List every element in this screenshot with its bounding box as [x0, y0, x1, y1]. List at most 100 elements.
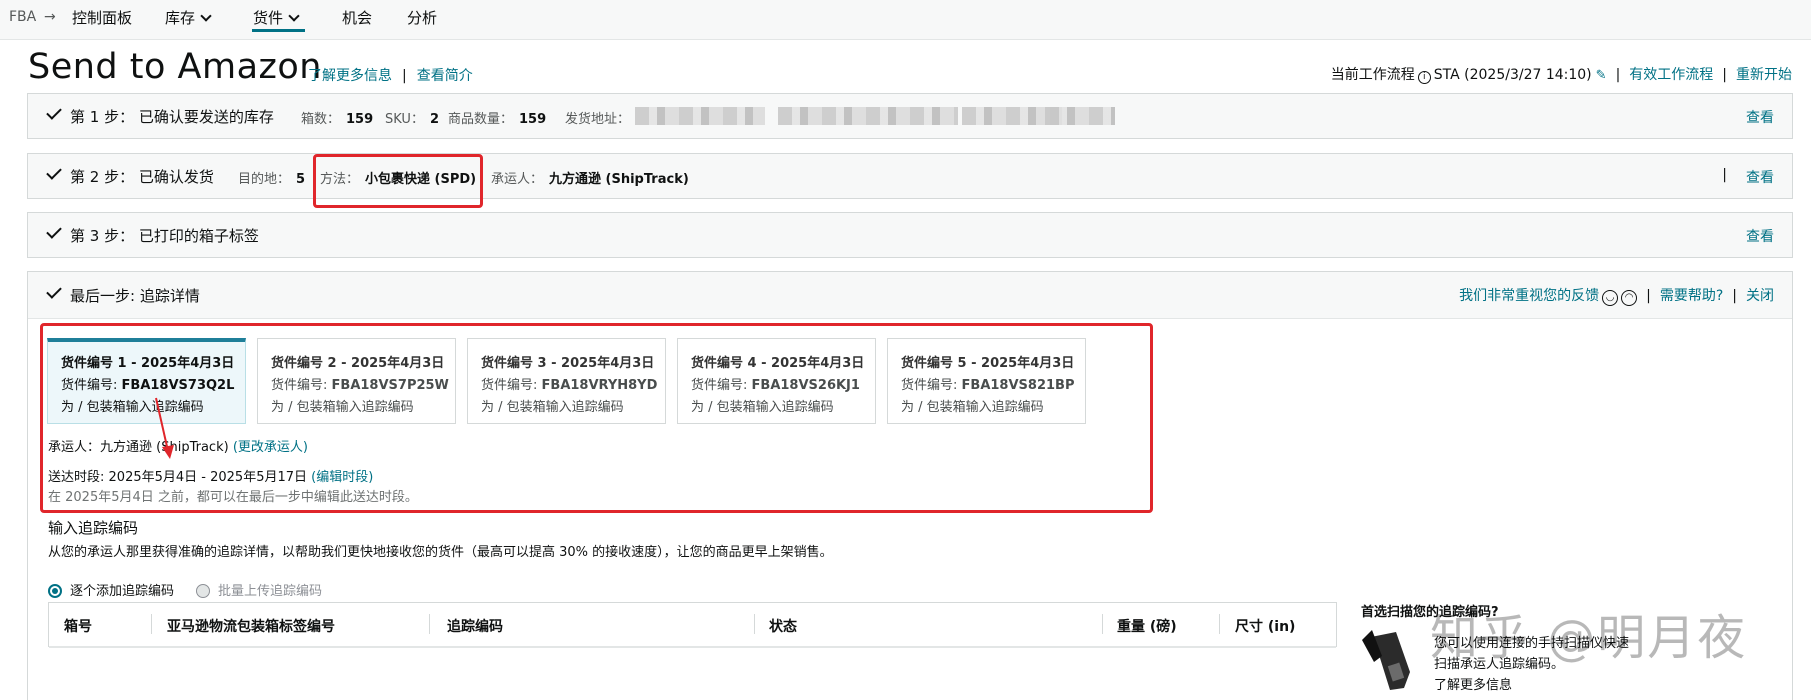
tracking-section-desc: 从您的承运人那里获得准确的追踪详情，以帮助我们更快地接收您的货件（最高可以提高 …: [48, 545, 833, 560]
sku-value: 2: [429, 112, 439, 127]
separator: |: [1615, 67, 1621, 83]
column-divider: [429, 614, 430, 634]
step-2-carrier: 承运人： 九方通逊 (ShipTrack): [491, 168, 689, 187]
column-divider: [1219, 614, 1220, 634]
qty-label: 商品数量：: [448, 112, 514, 127]
scan-learn-more-link[interactable]: 了解更多信息: [1434, 674, 1512, 693]
final-step-actions: 我们非常重视您的反馈 ◡ ◠ | 需要帮助? | 关闭: [1459, 285, 1774, 306]
step-1-title: 第 1 步： 已确认要发送的库存: [46, 104, 274, 127]
boxes-value: 159: [346, 112, 374, 127]
checkmark-icon: [46, 283, 62, 299]
step-1-view-link[interactable]: 查看: [1746, 107, 1774, 127]
nav-shipments[interactable]: 货件: [253, 7, 300, 28]
column-dimensions: 尺寸 (in): [1235, 619, 1296, 635]
separator: |: [1646, 288, 1651, 304]
step-1-address-label: 发货地址：: [565, 112, 631, 127]
column-box-number: 箱号: [64, 619, 92, 635]
top-nav: FBA → 控制面板 库存 货件 机会 分析: [0, 0, 1811, 40]
header-links: 了解更多信息 | 查看简介: [308, 65, 473, 85]
tracking-section-title: 输入追踪编码: [48, 519, 139, 537]
step-2-bar: 第 2 步： 已确认发货 目的地： 5 方法： 小包裹快递 (SPD) 承运人： 九方…: [27, 153, 1793, 199]
step-2-destination: 目的地： 5: [238, 168, 305, 187]
checkmark-icon: [46, 223, 62, 239]
workflow-info: 当前工作流程 i STA (2025/3/27 14:10) ✎ | 有效工作流程 | 重新开…: [1331, 64, 1792, 84]
step-2-view-link[interactable]: 查看: [1746, 167, 1774, 187]
chevron-down-icon: [288, 10, 300, 22]
step-1-sku: SKU： 2: [385, 108, 439, 127]
frown-icon[interactable]: ◠: [1621, 290, 1638, 306]
nav-shipments-label: 货件: [253, 9, 284, 27]
smile-icon[interactable]: ◡: [1602, 290, 1619, 306]
step-1-boxes: 箱数： 159: [301, 108, 373, 127]
step-2-title: 第 2 步： 已确认发货: [46, 164, 214, 187]
close-link[interactable]: 关闭: [1746, 288, 1774, 304]
radio-add-one[interactable]: 逐个添加追踪编码: [48, 580, 174, 599]
help-link[interactable]: 需要帮助?: [1660, 288, 1723, 304]
column-divider: [754, 614, 755, 634]
step-3-view-link[interactable]: 查看: [1746, 226, 1774, 246]
radio-add-one-label: 逐个添加追踪编码: [70, 584, 175, 599]
separator: |: [1722, 167, 1727, 183]
nav-analytics[interactable]: 分析: [407, 7, 437, 28]
separator: |: [402, 68, 407, 84]
feedback-link[interactable]: 我们非常重视您的反馈: [1459, 288, 1599, 304]
highlight-box-shipments: [40, 323, 1153, 513]
redacted-address: [635, 107, 765, 125]
pencil-icon[interactable]: ✎: [1596, 68, 1607, 83]
page-title: Send to Amazon: [28, 47, 322, 87]
nav-opportunities[interactable]: 机会: [342, 7, 372, 28]
radio-selected-icon: [48, 583, 62, 598]
restart-link[interactable]: 重新开始: [1736, 67, 1792, 83]
final-step-header: 最后一步: 追踪详情 我们非常重视您的反馈 ◡ ◠ | 需要帮助? | 关闭: [28, 272, 1792, 319]
separator: |: [1722, 67, 1727, 83]
learn-more-link[interactable]: 了解更多信息: [308, 68, 392, 84]
qty-value: 159: [519, 112, 547, 127]
nav-active-indicator: [252, 29, 305, 32]
step-2-title-text: 第 2 步： 已确认发货: [70, 168, 214, 186]
final-step-title-text: 最后一步: 追踪详情: [70, 287, 200, 305]
step-3-title: 第 3 步： 已打印的箱子标签: [46, 223, 259, 246]
column-divider: [151, 614, 152, 634]
radio-bulk-upload[interactable]: 批量上传追踪编码: [196, 580, 322, 599]
workflow-value: STA (2025/3/27 14:10): [1433, 67, 1592, 83]
final-step-title: 最后一步: 追踪详情: [46, 283, 200, 306]
column-weight: 重量 (磅): [1117, 619, 1177, 635]
boxes-label: 箱数：: [301, 112, 341, 127]
column-fba-label: 亚马逊物流包装箱标签编号: [167, 619, 335, 635]
info-icon[interactable]: i: [1417, 71, 1431, 84]
annotation-arrow-icon: [155, 397, 174, 459]
chevron-down-icon: [200, 10, 212, 22]
column-tracking-code: 追踪编码: [447, 619, 503, 635]
nav-dashboard[interactable]: 控制面板: [72, 7, 132, 28]
column-divider: [1102, 614, 1103, 634]
carrier-value: 九方通逊 (ShipTrack): [549, 172, 689, 187]
radio-bulk-upload-label: 批量上传追踪编码: [218, 584, 323, 599]
breadcrumb-fba[interactable]: FBA: [9, 9, 36, 25]
view-intro-link[interactable]: 查看简介: [417, 68, 473, 84]
radio-unselected-icon: [196, 583, 210, 598]
step-3-bar: 第 3 步： 已打印的箱子标签 查看: [27, 212, 1793, 258]
step-1-qty: 商品数量： 159: [448, 108, 546, 127]
workflow-label: 当前工作流程: [1330, 67, 1415, 83]
breadcrumb-arrow-icon: →: [44, 9, 56, 25]
step-1-title-text: 第 1 步： 已确认要发送的库存: [70, 108, 274, 126]
carrier-label: 承运人：: [491, 172, 544, 187]
redacted-address: [778, 107, 958, 125]
sku-label: SKU：: [385, 112, 424, 127]
redacted-address: [1045, 107, 1115, 125]
checkmark-icon: [46, 164, 62, 180]
table-header-underline: [49, 646, 1336, 648]
destination-value: 5: [296, 172, 306, 187]
nav-inventory-label: 库存: [165, 9, 196, 27]
nav-inventory[interactable]: 库存: [165, 7, 212, 28]
highlight-box-method: [313, 154, 483, 208]
separator: |: [1732, 288, 1737, 304]
step-3-title-text: 第 3 步： 已打印的箱子标签: [70, 227, 259, 245]
tracking-table-header: 箱号 亚马逊物流包装箱标签编号 追踪编码 状态 重量 (磅) 尺寸 (in): [48, 602, 1337, 648]
barcode-scanner-icon: [1362, 630, 1410, 690]
destination-label: 目的地：: [238, 172, 291, 187]
active-workflows-link[interactable]: 有效工作流程: [1629, 67, 1713, 83]
column-status: 状态: [769, 619, 797, 635]
watermark: 知乎 @明月夜: [1430, 610, 1748, 666]
checkmark-icon: [46, 104, 62, 120]
